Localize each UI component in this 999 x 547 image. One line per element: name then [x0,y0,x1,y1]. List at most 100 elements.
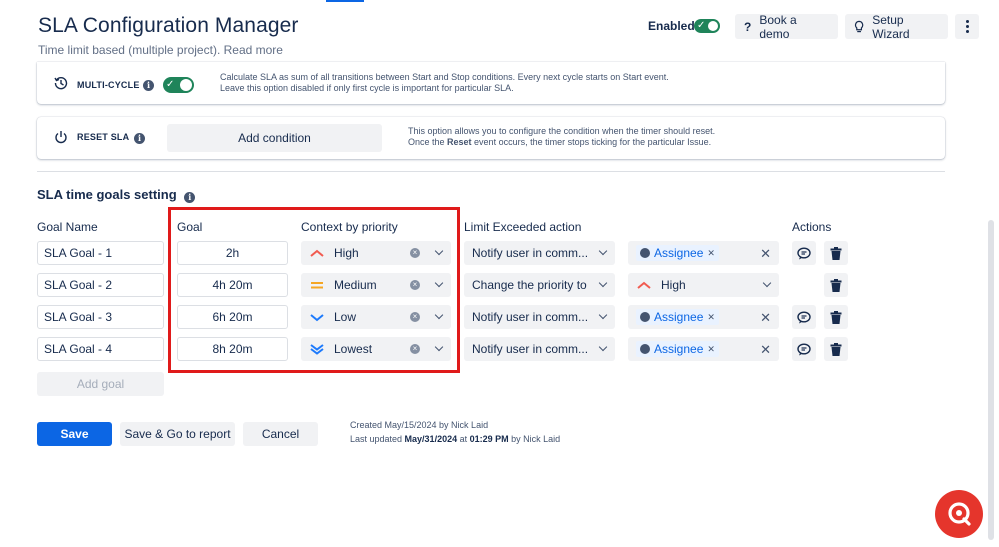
chat-help-button[interactable] [935,490,983,538]
highlight-box [168,207,460,373]
meta-text: by Nick Laid [508,434,561,444]
comment-icon [797,246,811,259]
setup-wizard-label: Setup Wizard [872,12,910,41]
save-go-report-button[interactable]: Save & Go to report [120,422,235,446]
active-tab-indicator [326,0,364,2]
trash-icon [830,310,842,324]
trash-icon [830,246,842,260]
comment-button[interactable] [792,305,816,329]
col-limit-action: Limit Exceeded action [464,220,582,234]
limit-action-select[interactable]: Change the priority to [464,273,615,297]
page-subtitle[interactable]: Time limit based (multiple project). Rea… [38,43,283,57]
more-options-button[interactable] [955,14,979,39]
user-icon [640,248,650,258]
section-divider [37,171,945,172]
chevron-down-icon[interactable] [598,310,608,320]
user-icon [640,344,650,354]
info-icon[interactable]: i [143,80,154,91]
target-priority-select[interactable]: High [628,273,779,297]
updated-time: 01:29 PM [469,434,509,444]
save-button[interactable]: Save [37,422,112,446]
reset-sla-label: RESET SLA [77,132,130,142]
remove-tag-icon[interactable]: ✕ [707,248,715,259]
target-value: High [661,278,686,292]
goal-name-input[interactable]: SLA Goal - 3 [37,305,164,329]
delete-button[interactable] [824,273,848,297]
trash-icon [830,342,842,356]
check-icon: ✓ [697,20,706,31]
desc-bold: Reset [447,137,472,147]
limit-action-value: Notify user in comm... [472,310,589,324]
add-condition-button[interactable]: Add condition [167,124,382,152]
clear-icon[interactable]: ✕ [760,246,771,262]
clear-icon[interactable]: ✕ [760,310,771,326]
kebab-dot [965,20,969,23]
desc-line: Once the Reset event occurs, the timer s… [408,137,715,148]
goals-section-title: SLA time goals setting i [37,187,196,203]
delete-button[interactable] [824,241,848,265]
toggle-knob [180,79,192,91]
info-icon[interactable]: i [134,133,145,144]
tag-label: Assignee [654,246,704,260]
tag-label: Assignee [654,310,704,324]
chevron-down-icon[interactable] [762,278,772,288]
limit-action-value: Change the priority to [472,278,587,292]
assignee-tag: Assignee ✕ [636,341,719,357]
comment-icon [797,342,811,355]
book-demo-label: Book a demo [759,12,797,41]
comment-button[interactable] [792,337,816,361]
target-select[interactable]: Assignee ✕ ✕ [628,337,779,361]
info-icon[interactable]: i [184,192,196,203]
multi-cycle-panel: MULTI-CYCLE i ✓ Calculate SLA as sum of … [37,62,945,104]
kebab-dot [965,25,969,28]
desc-text: event occurs, the timer stops ticking fo… [471,137,712,147]
col-actions: Actions [792,220,832,234]
multi-cycle-toggle[interactable]: ✓ [163,77,194,93]
updated-date: May/31/2024 [404,434,458,444]
meta-text: Last updated [350,434,405,444]
kebab-dot [965,30,969,33]
goal-name-input[interactable]: SLA Goal - 2 [37,273,164,297]
limit-action-select[interactable]: Notify user in comm... [464,305,615,329]
cancel-button[interactable]: Cancel [243,422,318,446]
question-icon: ? [744,19,752,34]
enabled-label: Enabled [648,19,695,33]
book-demo-button[interactable]: ? Book a demo [735,12,838,41]
chevron-down-icon[interactable] [598,278,608,288]
tag-label: Assignee [654,342,704,356]
comment-button[interactable] [792,241,816,265]
delete-button[interactable] [824,337,848,361]
limit-action-select[interactable]: Notify user in comm... [464,337,615,361]
clear-icon[interactable]: ✕ [760,342,771,358]
power-icon [55,131,67,144]
chevron-down-icon[interactable] [598,342,608,352]
limit-action-value: Notify user in comm... [472,342,589,356]
desc-line: This option allows you to configure the … [408,126,716,136]
target-select[interactable]: Assignee ✕ ✕ [628,305,779,329]
check-icon: ✓ [166,79,175,90]
remove-tag-icon[interactable]: ✕ [707,312,715,323]
assignee-tag: Assignee ✕ [636,309,719,325]
scrollbar[interactable] [988,220,994,540]
multi-cycle-label: MULTI-CYCLE [77,80,140,90]
goal-name-input[interactable]: SLA Goal - 1 [37,241,164,265]
reset-sla-description: This option allows you to configure the … [408,126,715,148]
page-title: SLA Configuration Manager [38,14,299,37]
created-info: Created May/15/2024 by Nick Laid [350,420,489,430]
section-title-text: SLA time goals setting [37,187,177,202]
goal-name-input[interactable]: SLA Goal - 4 [37,337,164,361]
target-select[interactable]: Assignee ✕ ✕ [628,241,779,265]
setup-wizard-button[interactable]: Setup Wizard [845,12,948,41]
assignee-tag: Assignee ✕ [636,245,719,261]
remove-tag-icon[interactable]: ✕ [707,344,715,355]
desc-line: Calculate SLA as sum of all transitions … [220,72,669,82]
desc-text: Once the [408,137,448,147]
lightbulb-icon [854,20,864,33]
add-goal-button[interactable]: Add goal [37,372,164,396]
delete-button[interactable] [824,305,848,329]
limit-action-select[interactable]: Notify user in comm... [464,241,615,265]
priority-high-icon [637,281,651,289]
enabled-toggle[interactable]: ✓ [694,19,720,33]
chevron-down-icon[interactable] [598,246,608,256]
reset-sla-panel: RESET SLA i Add condition This option al… [37,117,945,159]
